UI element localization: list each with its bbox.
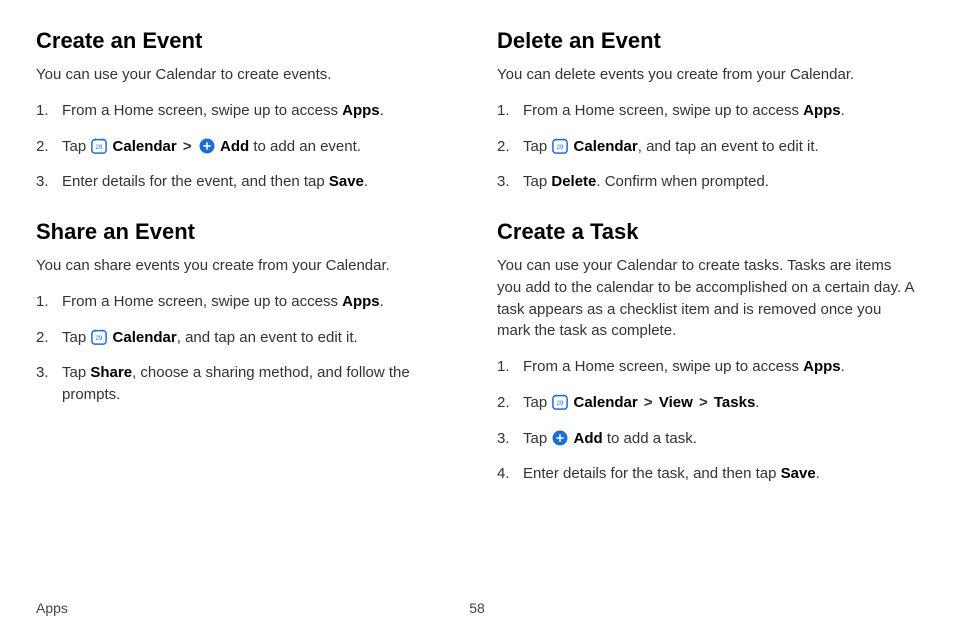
- bold-tasks: Tasks: [714, 394, 755, 411]
- footer-section-label: Apps: [36, 600, 68, 616]
- svg-text:29: 29: [557, 145, 564, 151]
- bold-share: Share: [90, 364, 132, 381]
- step-text: From a Home screen, swipe up to access: [523, 358, 803, 375]
- calendar-icon: 29: [90, 328, 108, 346]
- step-item: Tap Share, choose a sharing method, and …: [36, 362, 457, 406]
- bold-save: Save: [781, 465, 816, 482]
- step-text: Enter details for the task, and then tap: [523, 465, 781, 482]
- section-create-event: Create an Event You can use your Calenda…: [36, 28, 457, 193]
- add-icon: [198, 137, 216, 155]
- bold-add: Add: [220, 138, 249, 155]
- step-text: .: [380, 102, 384, 119]
- step-item: Tap Delete. Confirm when prompted.: [497, 171, 918, 193]
- step-item: From a Home screen, swipe up to access A…: [497, 356, 918, 378]
- step-text: .: [841, 102, 845, 119]
- bold-add: Add: [574, 430, 603, 447]
- bold-save: Save: [329, 173, 364, 190]
- step-text: .: [364, 173, 368, 190]
- bold-apps: Apps: [803, 358, 841, 375]
- step-item: Tap 29 Calendar, and tap an event to edi…: [36, 327, 457, 349]
- section-create-task: Create a Task You can use your Calendar …: [497, 219, 918, 485]
- step-text: Tap: [523, 138, 551, 155]
- step-item: Tap 29 Calendar, and tap an event to edi…: [497, 136, 918, 158]
- step-text: Enter details for the event, and then ta…: [62, 173, 329, 190]
- chevron-icon: >: [699, 394, 708, 411]
- step-text: Tap: [62, 329, 90, 346]
- step-text: to add a task.: [603, 430, 697, 447]
- step-text: , and tap an event to edit it.: [177, 329, 358, 346]
- step-item: Tap 29 Calendar > View > Tasks.: [497, 392, 918, 414]
- step-text: Tap: [62, 138, 90, 155]
- steps-share-event: From a Home screen, swipe up to access A…: [36, 291, 457, 406]
- step-text: From a Home screen, swipe up to access: [62, 293, 342, 310]
- svg-text:29: 29: [96, 145, 103, 151]
- step-item: From a Home screen, swipe up to access A…: [36, 291, 457, 313]
- steps-create-event: From a Home screen, swipe up to access A…: [36, 100, 457, 193]
- bold-calendar: Calendar: [113, 138, 177, 155]
- step-text: .: [816, 465, 820, 482]
- step-item: Tap 29 Calendar > Add to add an event.: [36, 136, 457, 158]
- section-delete-event: Delete an Event You can delete events yo…: [497, 28, 918, 193]
- calendar-icon: 29: [551, 137, 569, 155]
- bold-calendar: Calendar: [113, 329, 177, 346]
- step-text: . Confirm when prompted.: [596, 173, 769, 190]
- bold-apps: Apps: [803, 102, 841, 119]
- chevron-icon: >: [183, 138, 192, 155]
- svg-text:29: 29: [96, 336, 103, 342]
- page-content: Create an Event You can use your Calenda…: [0, 0, 954, 511]
- footer-page-number: 58: [469, 600, 485, 616]
- bold-calendar: Calendar: [574, 138, 638, 155]
- intro-create-event: You can use your Calendar to create even…: [36, 64, 457, 86]
- bold-calendar: Calendar: [574, 394, 638, 411]
- step-text: Tap: [62, 364, 90, 381]
- bold-view: View: [659, 394, 693, 411]
- step-item: Enter details for the event, and then ta…: [36, 171, 457, 193]
- step-text: , and tap an event to edit it.: [638, 138, 819, 155]
- step-text: Tap: [523, 173, 551, 190]
- section-share-event: Share an Event You can share events you …: [36, 219, 457, 406]
- step-text: Tap: [523, 430, 551, 447]
- intro-create-task: You can use your Calendar to create task…: [497, 255, 918, 342]
- step-text: From a Home screen, swipe up to access: [523, 102, 803, 119]
- bold-apps: Apps: [342, 293, 380, 310]
- intro-share-event: You can share events you create from you…: [36, 255, 457, 277]
- step-item: From a Home screen, swipe up to access A…: [497, 100, 918, 122]
- steps-delete-event: From a Home screen, swipe up to access A…: [497, 100, 918, 193]
- step-item: Tap Add to add a task.: [497, 428, 918, 450]
- heading-create-task: Create a Task: [497, 219, 918, 245]
- svg-text:29: 29: [557, 401, 564, 407]
- calendar-icon: 29: [551, 393, 569, 411]
- bold-delete: Delete: [551, 173, 596, 190]
- step-text: Tap: [523, 394, 551, 411]
- step-item: From a Home screen, swipe up to access A…: [36, 100, 457, 122]
- heading-share-event: Share an Event: [36, 219, 457, 245]
- bold-apps: Apps: [342, 102, 380, 119]
- step-text: .: [380, 293, 384, 310]
- add-icon: [551, 429, 569, 447]
- heading-delete-event: Delete an Event: [497, 28, 918, 54]
- step-text: .: [841, 358, 845, 375]
- right-column: Delete an Event You can delete events yo…: [497, 28, 918, 511]
- chevron-icon: >: [644, 394, 653, 411]
- step-text: .: [755, 394, 759, 411]
- step-text: From a Home screen, swipe up to access: [62, 102, 342, 119]
- steps-create-task: From a Home screen, swipe up to access A…: [497, 356, 918, 485]
- step-item: Enter details for the task, and then tap…: [497, 463, 918, 485]
- intro-delete-event: You can delete events you create from yo…: [497, 64, 918, 86]
- page-footer: Apps 58: [0, 600, 954, 616]
- left-column: Create an Event You can use your Calenda…: [36, 28, 457, 511]
- calendar-icon: 29: [90, 137, 108, 155]
- step-text: to add an event.: [249, 138, 361, 155]
- heading-create-event: Create an Event: [36, 28, 457, 54]
